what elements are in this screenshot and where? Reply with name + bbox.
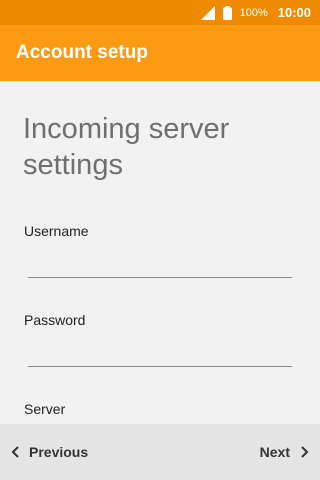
signal-icon	[200, 5, 215, 20]
next-button[interactable]: Next	[260, 432, 309, 472]
app-bar-title: Account setup	[16, 42, 148, 63]
password-label: Password	[24, 312, 86, 328]
battery-percent: 100%	[239, 6, 268, 19]
bottom-navigation-bar: Previous Next	[0, 424, 320, 480]
server-label: Server	[24, 401, 66, 417]
incoming-server-form: Incoming server settings Username Passwo…	[0, 81, 320, 424]
chevron-left-icon	[11, 446, 19, 458]
battery-icon	[222, 5, 232, 20]
username-label: Username	[24, 223, 89, 239]
next-button-label: Next	[259, 444, 290, 460]
page-title: Incoming server settings	[23, 113, 230, 181]
username-input[interactable]	[28, 248, 292, 278]
clock: 10:00	[277, 5, 311, 20]
previous-button-label: Previous	[29, 444, 89, 460]
password-input[interactable]	[28, 337, 292, 367]
previous-button[interactable]: Previous	[11, 432, 88, 472]
app-bar: Account setup	[0, 25, 320, 81]
status-bar: 100% 10:00	[0, 0, 320, 25]
chevron-right-icon	[301, 446, 309, 458]
